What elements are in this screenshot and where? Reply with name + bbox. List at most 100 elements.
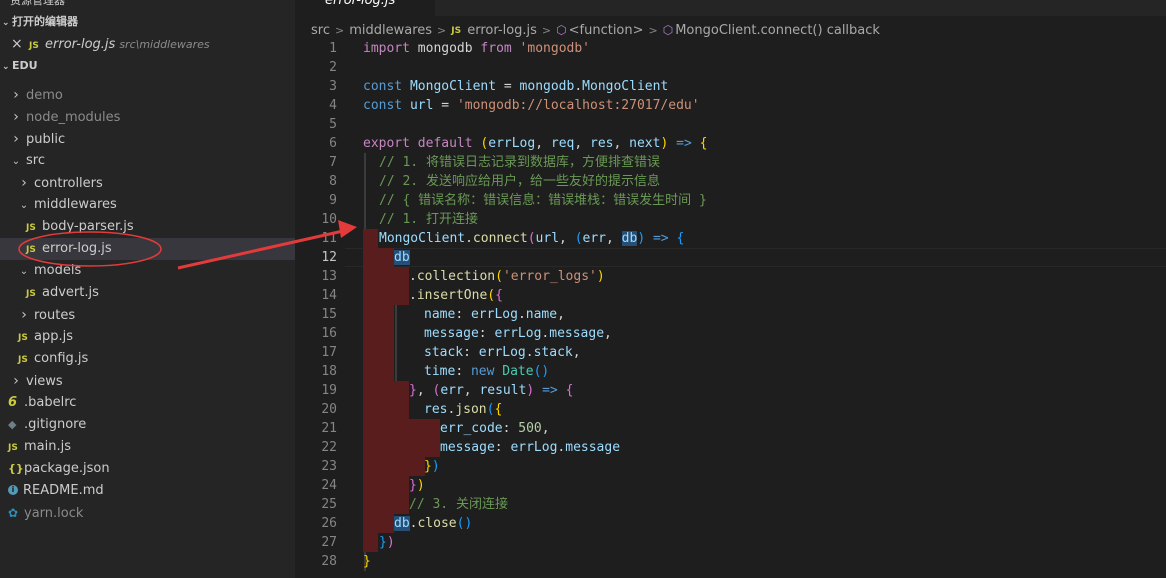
file-body-parser-js[interactable]: JS body-parser.js [0,216,295,238]
code-line-15[interactable]: name: errLog.name, [424,305,565,324]
code-token: , [574,136,591,151]
code-line-26[interactable]: db.close() [394,514,472,533]
code-line-14[interactable]: .insertOne({ [409,286,503,305]
error-block [363,419,440,457]
code-line-19[interactable]: }, (err, result) => { [409,381,573,400]
code-token: err [440,383,464,398]
folder-routes[interactable]: › routes [0,304,295,326]
file-babelrc[interactable]: 6 .babelrc [0,392,295,414]
code-token: ) [596,269,605,284]
code-line-1[interactable]: import mongodb from 'mongodb' [363,39,590,58]
code-token: errLog [494,326,542,341]
file-config-js[interactable]: JS config.js [0,348,295,370]
code-token: connect [472,231,528,246]
line-number: 1 [329,41,337,56]
error-block [363,495,409,514]
folder-middlewares[interactable]: ⌄ middlewares [0,194,295,216]
open-editors-header[interactable]: ⌄ 打开的编辑器 [0,11,295,33]
folder-views[interactable]: › views [0,370,295,392]
code-line-22[interactable]: message: errLog.message [440,438,620,457]
folder-models[interactable]: ⌄ models [0,260,295,282]
code-token: . [517,307,526,322]
code-line-9[interactable]: // { 错误名称：错误信息：错误堆栈：错误发生时间 } [379,191,707,210]
code-line-20[interactable]: res.json({ [424,400,502,419]
code-line-10[interactable]: // 1. 打开连接 [379,210,478,229]
code-token: , [463,383,480,398]
folder-demo[interactable]: › demo [0,84,295,106]
code-token: . [525,345,534,360]
file-package-json[interactable]: {}package.json [0,458,295,480]
code-line-12[interactable]: db [394,248,410,267]
folder-public[interactable]: › public [0,128,295,150]
line-number: 23 [321,459,337,474]
open-editor-item[interactable]: × JS error-log.js src\middlewares [0,33,295,55]
code-line-24[interactable]: }) [409,476,425,495]
code-line-27[interactable]: }) [379,533,395,552]
file-error-log-js[interactable]: JS error-log.js [0,238,295,260]
breadcrumb-src[interactable]: src [311,23,330,38]
code-token: next [629,136,661,151]
code-line-13[interactable]: .collection('error_logs') [409,267,605,286]
chevron-down-icon: ⌄ [19,266,29,277]
folder-controllers[interactable]: › controllers [0,172,295,194]
code-token: , [557,307,565,322]
chevron-down-icon: ⌄ [19,200,29,211]
file-readme-md[interactable]: i README.md [0,480,295,502]
code-token: { [691,136,708,151]
open-editor-name: error-log.js [45,37,116,52]
code-line-7[interactable]: // 1. 将错误日志记录到数据库，方便排查错误 [379,153,660,172]
file-advert-js[interactable]: JS advert.js [0,282,295,304]
code-token: MongoClient [582,79,669,94]
code-line-17[interactable]: stack: errLog.stack, [424,343,581,362]
code-line-3[interactable]: const MongoClient = mongodb.MongoClient [363,77,668,96]
code-token: . [574,79,583,94]
code-token: , [416,383,433,398]
code-token: mongodb [519,79,575,94]
code-token: , [606,231,622,246]
code-token: , [604,326,612,341]
file-yarn-lock[interactable]: ✿ yarn.lock [0,502,295,524]
line-number: 4 [329,98,337,113]
file-main-js[interactable]: JS main.js [0,436,295,458]
code-token: export [363,136,410,151]
folder-src[interactable]: ⌄ src [0,150,295,172]
line-number: 18 [321,364,337,379]
code-line-28[interactable]: } [363,552,371,571]
chevron-right-icon: > [437,24,447,37]
code-line-8[interactable]: // 2. 发送响应给用户，给一些友好的提示信息 [379,172,660,191]
editor-area: error-log.js src > middlewares > JS error-log… [295,0,1166,578]
code-token: => [645,231,677,246]
code-line-16[interactable]: message: errLog.message, [424,324,612,343]
chevron-right-icon: › [21,307,27,323]
code-token: message [424,326,479,341]
line-number: 20 [321,402,337,417]
file-app-js[interactable]: JS app.js [0,326,295,348]
breadcrumb-callback[interactable]: MongoClient.connect() callback [675,23,880,38]
chevron-down-icon: ⌄ [2,62,10,72]
code-token: stack [424,345,464,360]
close-icon[interactable]: × [11,33,29,55]
code-token: mongodb [409,41,481,56]
code-token: , [572,345,581,360]
breadcrumb-middlewares[interactable]: middlewares [349,23,432,38]
line-number: 19 [321,383,337,398]
code-line-4[interactable]: const url = 'mongodb://localhost:27017/e… [363,96,700,115]
code-line-21[interactable]: err_code: 500, [440,419,550,438]
code-token: ) [660,136,677,151]
file-gitignore[interactable]: ◆ .gitignore [0,414,295,436]
explorer-title: 资源管理器 [10,0,65,7]
project-header[interactable]: ⌄ EDU [0,55,295,77]
folder-node-modules[interactable]: › node_modules [0,106,295,128]
code-line-23[interactable]: }) [424,457,440,476]
tab-error-log[interactable]: error-log.js [295,0,435,16]
code-line-25[interactable]: // 3. 关闭连接 [409,495,508,514]
code-line-6[interactable]: export default (errLog, req, res, next) … [363,134,707,153]
code-line-18[interactable]: time: new Date() [424,362,549,381]
breadcrumb-file[interactable]: error-log.js [467,23,537,38]
code-token: errLog [470,307,518,322]
code-token: result [479,383,527,398]
breadcrumb-function[interactable]: <function> [569,23,644,38]
code-token: url [402,98,434,113]
chevron-down-icon: ⌄ [11,156,21,167]
code-line-11[interactable]: MongoClient.connect(url, (err, db) => { [379,229,684,248]
